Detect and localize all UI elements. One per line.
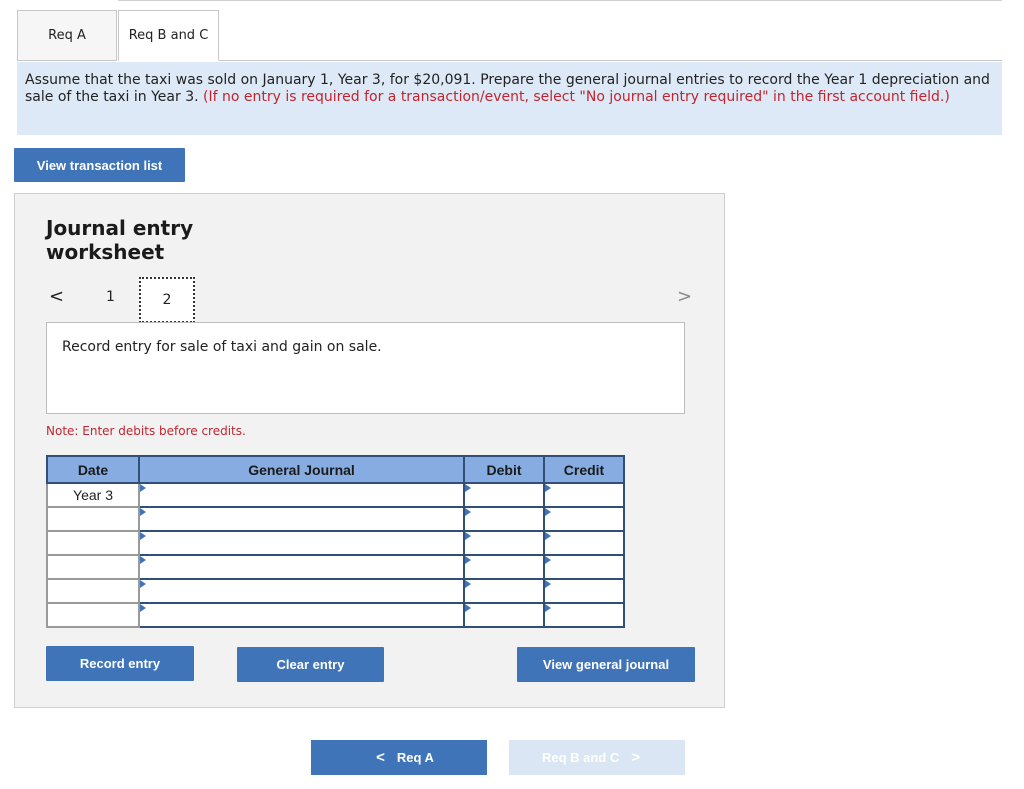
header-general-journal: General Journal — [138, 455, 465, 484]
table-row — [46, 554, 625, 580]
tab-req-a[interactable]: Req A — [17, 10, 117, 61]
debit-field[interactable] — [463, 602, 545, 628]
input-marker-icon — [465, 484, 471, 492]
next-req-b-and-c-button[interactable]: Req B and C > — [509, 740, 685, 775]
entry-prompt-text: Record entry for sale of taxi and gain o… — [62, 339, 382, 355]
pager-page-1[interactable]: 1 — [106, 289, 115, 305]
pager-page-2[interactable]: 2 — [139, 277, 195, 323]
record-entry-label: Record entry — [79, 656, 161, 671]
table-row: Year 3 — [46, 482, 625, 508]
chevron-right-icon: > — [631, 749, 641, 766]
prev-req-a-button[interactable]: < Req A — [311, 740, 487, 775]
dropdown-marker-icon — [140, 532, 146, 540]
input-marker-icon — [465, 556, 471, 564]
table-row — [46, 506, 625, 532]
clear-entry-button[interactable]: Clear entry — [237, 647, 384, 682]
table-row — [46, 602, 625, 628]
debit-field[interactable] — [463, 482, 545, 508]
input-marker-icon — [545, 580, 551, 588]
pager-prev-icon[interactable]: < — [49, 286, 64, 307]
input-marker-icon — [545, 532, 551, 540]
dropdown-marker-icon — [140, 580, 146, 588]
journal-header-row: Date General Journal Debit Credit — [46, 455, 625, 484]
input-marker-icon — [545, 604, 551, 612]
view-general-journal-button[interactable]: View general journal — [517, 647, 695, 682]
credit-field[interactable] — [543, 554, 625, 580]
header-date: Date — [46, 455, 140, 484]
clear-entry-label: Clear entry — [276, 657, 345, 672]
input-marker-icon — [465, 580, 471, 588]
pager-next-icon[interactable]: > — [677, 286, 692, 307]
tab-divider — [219, 60, 1002, 61]
account-field[interactable] — [138, 482, 465, 508]
input-marker-icon — [545, 484, 551, 492]
credit-field[interactable] — [543, 530, 625, 556]
input-marker-icon — [465, 508, 471, 516]
pager-page-2-label: 2 — [162, 292, 172, 308]
debit-credit-note: Note: Enter debits before credits. — [46, 424, 246, 438]
prev-req-a-label: Req A — [396, 750, 434, 765]
credit-field[interactable] — [543, 602, 625, 628]
credit-field[interactable] — [543, 506, 625, 532]
tab-req-b-and-c-label: Req B and C — [128, 28, 209, 43]
table-row — [46, 530, 625, 556]
dropdown-marker-icon — [140, 508, 146, 516]
date-cell[interactable] — [46, 506, 140, 532]
dropdown-marker-icon — [140, 604, 146, 612]
record-entry-button[interactable]: Record entry — [46, 646, 194, 681]
account-field[interactable] — [138, 578, 465, 604]
date-cell[interactable]: Year 3 — [46, 482, 140, 508]
account-field[interactable] — [138, 506, 465, 532]
dropdown-marker-icon — [140, 484, 146, 492]
credit-field[interactable] — [543, 482, 625, 508]
date-cell[interactable] — [46, 530, 140, 556]
input-marker-icon — [465, 604, 471, 612]
date-cell[interactable] — [46, 602, 140, 628]
tab-req-b-and-c[interactable]: Req B and C — [118, 10, 219, 61]
debit-field[interactable] — [463, 530, 545, 556]
input-marker-icon — [545, 556, 551, 564]
chevron-left-icon: < — [376, 749, 385, 766]
journal-entry-worksheet: Journal entry worksheet < 1 2 > Record e… — [14, 193, 725, 708]
instructions-panel: Assume that the taxi was sold on January… — [17, 62, 1002, 135]
tab-req-a-label: Req A — [48, 28, 86, 43]
debit-field[interactable] — [463, 554, 545, 580]
entry-prompt-box: Record entry for sale of taxi and gain o… — [46, 322, 685, 414]
credit-field[interactable] — [543, 578, 625, 604]
date-cell[interactable] — [46, 578, 140, 604]
view-transaction-list-button[interactable]: View transaction list — [14, 148, 185, 182]
header-credit: Credit — [543, 455, 625, 484]
input-marker-icon — [545, 508, 551, 516]
journal-entry-table: Date General Journal Debit Credit Year 3 — [46, 455, 625, 628]
top-rule — [118, 0, 1002, 1]
input-marker-icon — [465, 532, 471, 540]
table-row — [46, 578, 625, 604]
dropdown-marker-icon — [140, 556, 146, 564]
worksheet-title: Journal entry worksheet — [46, 216, 194, 264]
instructions-hint: (If no entry is required for a transacti… — [203, 89, 950, 105]
account-field[interactable] — [138, 554, 465, 580]
debit-field[interactable] — [463, 578, 545, 604]
date-cell[interactable] — [46, 554, 140, 580]
header-debit: Debit — [463, 455, 545, 484]
debit-field[interactable] — [463, 506, 545, 532]
next-req-b-and-c-label: Req B and C — [541, 750, 620, 765]
account-field[interactable] — [138, 602, 465, 628]
view-general-journal-label: View general journal — [542, 657, 670, 672]
account-field[interactable] — [138, 530, 465, 556]
view-transaction-list-label: View transaction list — [36, 157, 163, 173]
